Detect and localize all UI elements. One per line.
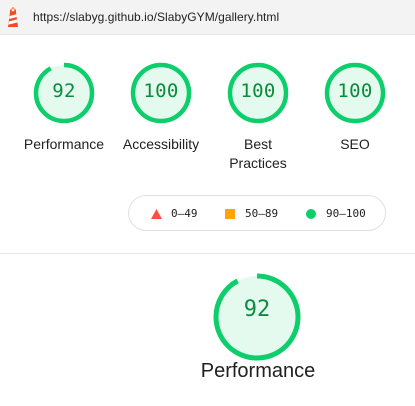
performance-summary-score: 92 xyxy=(243,297,271,322)
gauge-performance[interactable]: 92 Performance xyxy=(15,61,113,154)
triangle-icon xyxy=(151,209,162,219)
gauge-seo[interactable]: 100 SEO xyxy=(306,61,404,154)
report-url-bar: https://slabyg.github.io/SlabyGYM/galler… xyxy=(0,0,415,35)
gauge-score: 100 xyxy=(240,80,276,102)
lighthouse-report: https://slabyg.github.io/SlabyGYM/galler… xyxy=(0,0,415,406)
gauge-label: Performance xyxy=(23,136,105,152)
legend-pass-range: 90–100 xyxy=(326,207,366,220)
gauge-label: SEO xyxy=(340,136,370,152)
gauge-label: Best Practices xyxy=(229,136,287,171)
performance-summary-title: Performance xyxy=(200,360,316,382)
gauge-score: 100 xyxy=(143,80,179,102)
gauge-score: 92 xyxy=(52,80,76,102)
legend-average-range: 50–89 xyxy=(245,207,279,220)
section-divider xyxy=(0,253,415,254)
gauge-label: Accessibility xyxy=(122,136,200,152)
gauge-accessibility[interactable]: 100 Accessibility xyxy=(112,61,210,154)
legend-fail-range: 0–49 xyxy=(171,207,198,220)
circle-icon xyxy=(306,209,316,219)
lighthouse-icon xyxy=(8,7,18,27)
score-scale-legend: 0–49 50–89 90–100 xyxy=(128,195,386,231)
page-url[interactable]: https://slabyg.github.io/SlabyGYM/galler… xyxy=(33,10,279,24)
gauge-score: 100 xyxy=(337,80,373,102)
square-icon xyxy=(225,209,235,219)
gauge-best-practices[interactable]: 100 Best Practices xyxy=(209,61,307,173)
